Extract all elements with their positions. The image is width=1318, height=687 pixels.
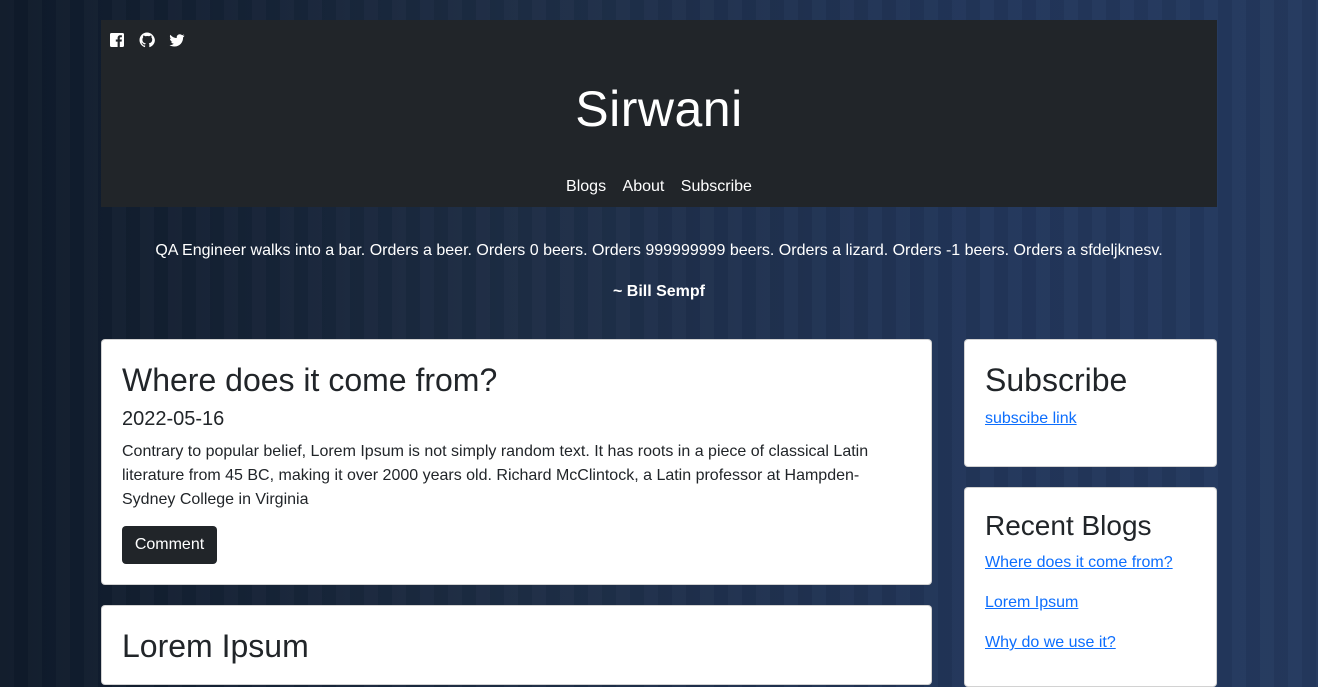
comment-button[interactable]: Comment bbox=[122, 526, 217, 564]
subscribe-title: Subscribe bbox=[985, 362, 1128, 398]
post-title: Lorem Ipsum bbox=[122, 628, 309, 664]
github-icon[interactable] bbox=[139, 32, 155, 48]
quote-author: ~ Bill Sempf bbox=[612, 283, 706, 300]
subscribe-link[interactable]: subscibe link bbox=[985, 410, 1077, 428]
recent-blog-link[interactable]: Why do we use it? bbox=[985, 634, 1116, 652]
post-body: Contrary to popular belief, Lorem Ipsum … bbox=[122, 443, 869, 508]
twitter-icon[interactable] bbox=[169, 32, 185, 48]
main-nav: Blogs About Subscribe bbox=[101, 178, 1217, 196]
nav-about-link[interactable]: About bbox=[623, 178, 665, 195]
recent-blogs-card: Recent Blogs Where does it come from? Lo… bbox=[964, 487, 1217, 687]
site-header: Sirwani Blogs About Subscribe bbox=[101, 20, 1217, 207]
recent-blogs-title: Recent Blogs bbox=[985, 510, 1152, 541]
blog-post-card: Where does it come from? 2022-05-16 Cont… bbox=[101, 339, 932, 585]
blog-post-card: Lorem Ipsum bbox=[101, 605, 932, 685]
subscribe-card: Subscribe subscibe link bbox=[964, 339, 1217, 467]
post-date: 2022-05-16 bbox=[122, 408, 225, 430]
site-title: Sirwani bbox=[575, 81, 743, 137]
recent-blog-link[interactable]: Where does it come from? bbox=[985, 554, 1173, 572]
post-title: Where does it come from? bbox=[122, 362, 498, 398]
quote-text: QA Engineer walks into a bar. Orders a b… bbox=[155, 242, 1163, 259]
recent-blog-link[interactable]: Lorem Ipsum bbox=[985, 594, 1078, 612]
nav-subscribe-link[interactable]: Subscribe bbox=[681, 178, 752, 195]
facebook-icon[interactable] bbox=[109, 32, 125, 48]
nav-blogs-link[interactable]: Blogs bbox=[566, 178, 606, 195]
social-links bbox=[109, 32, 185, 48]
